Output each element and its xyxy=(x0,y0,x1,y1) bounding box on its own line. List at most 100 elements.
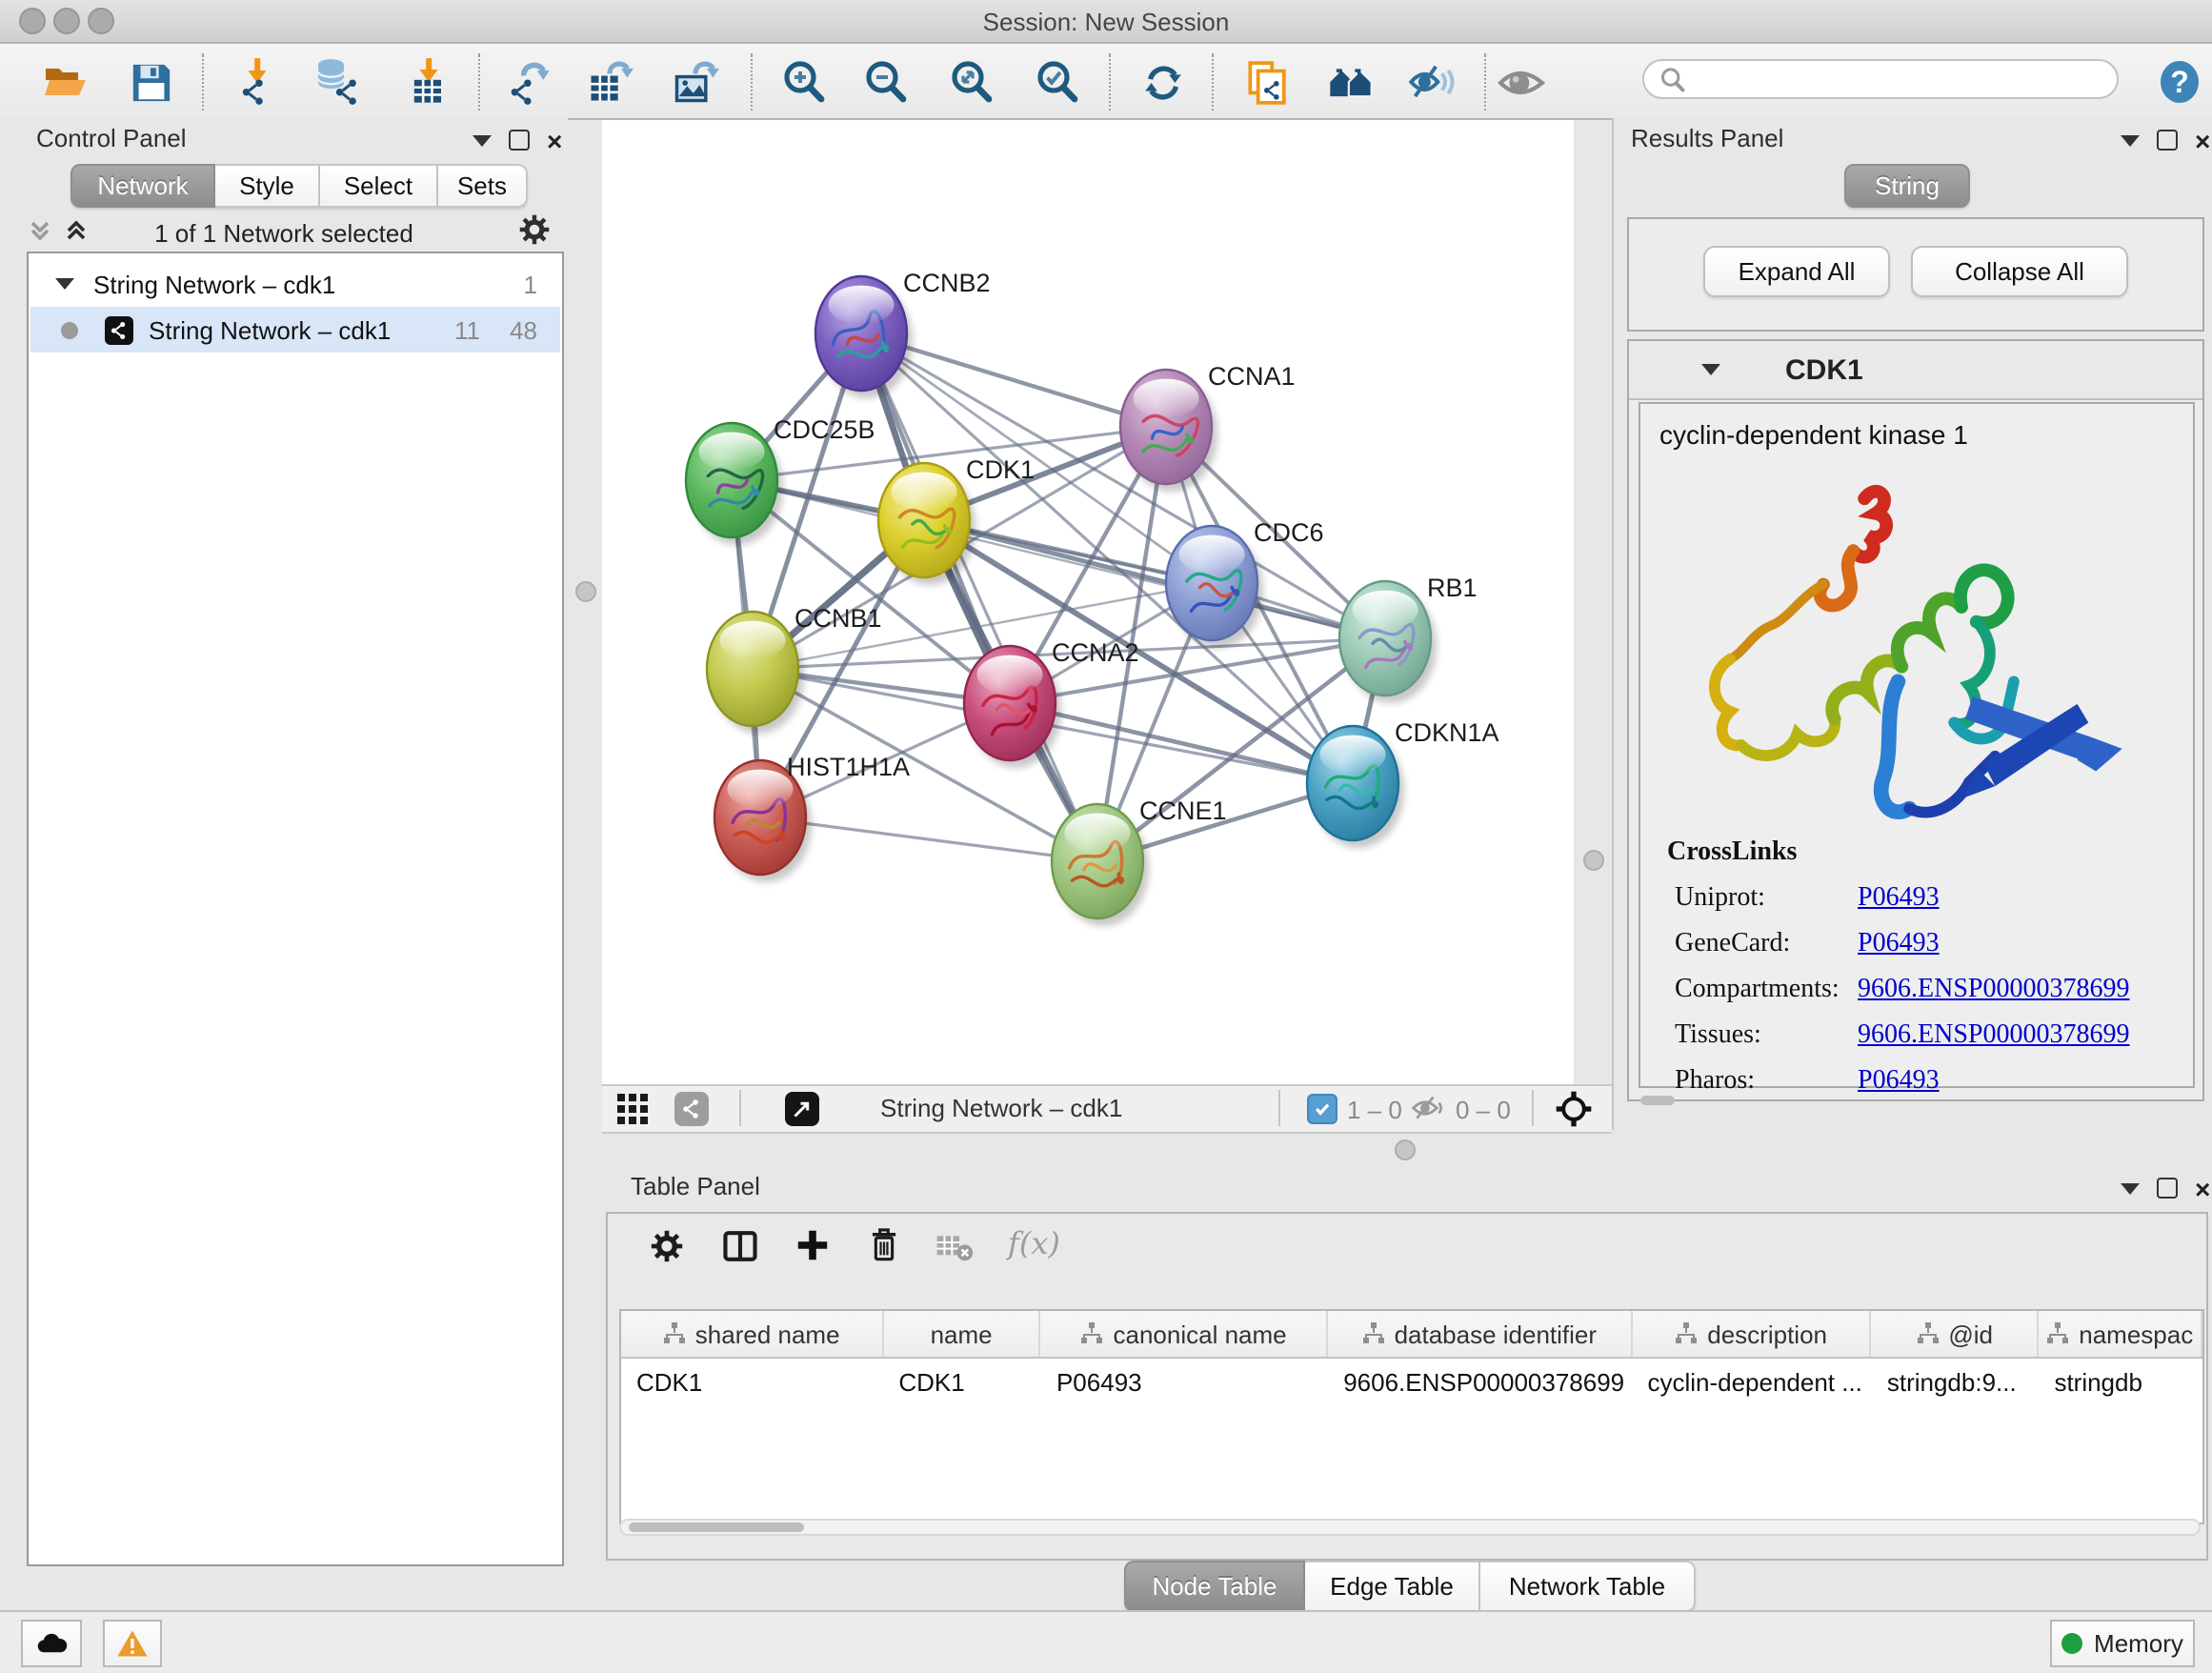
tab-edge-table[interactable]: Edge Table xyxy=(1305,1561,1480,1612)
network-node-ccnb2[interactable]: CCNB2 xyxy=(815,269,991,398)
network-node-cdc6[interactable]: CDC6 xyxy=(1166,518,1324,648)
export-network-button[interactable] xyxy=(501,55,554,109)
crosslink-value-link[interactable]: P06493 xyxy=(1858,930,1940,960)
import-network-from-database-button[interactable] xyxy=(311,55,364,109)
delete-table-button[interactable] xyxy=(935,1233,974,1261)
zoom-fit-button[interactable] xyxy=(945,55,998,109)
memory-button[interactable]: Memory xyxy=(2050,1620,2195,1667)
network-row[interactable]: String Network – cdk1 11 48 xyxy=(30,307,560,353)
left-splitter[interactable] xyxy=(568,118,602,1610)
crosslink-value-link[interactable]: P06493 xyxy=(1858,884,1940,915)
crosslink-value-link[interactable]: P06493 xyxy=(1858,1067,1940,1098)
network-node-ccna1[interactable]: CCNA1 xyxy=(1120,362,1296,492)
table-cell[interactable]: CDK1 xyxy=(621,1359,883,1404)
grid-view-button[interactable] xyxy=(617,1094,648,1124)
zoom-out-button[interactable] xyxy=(859,55,913,109)
tab-network-table[interactable]: Network Table xyxy=(1480,1561,1696,1612)
control-panel-float-icon[interactable] xyxy=(509,130,530,151)
help-button[interactable]: ? xyxy=(2157,59,2202,105)
column-header-description[interactable]: description xyxy=(1632,1311,1871,1357)
first-neighbors-button[interactable] xyxy=(1324,55,1377,109)
table-cell[interactable]: stringdb xyxy=(2039,1359,2202,1404)
detach-view-button[interactable] xyxy=(785,1092,819,1126)
create-column-button[interactable] xyxy=(794,1227,831,1263)
network-graph[interactable]: CCNB2 CCNA1 CDC25BCDK1 CDC6RB1 CCNB1 CCNA2 CDK… xyxy=(602,120,1574,1084)
column-header-namespac[interactable]: namespac xyxy=(2039,1311,2202,1357)
table-splitter[interactable] xyxy=(602,1130,2212,1166)
refresh-button[interactable] xyxy=(1136,55,1189,109)
column-header-name[interactable]: name xyxy=(883,1311,1041,1357)
table-panel-float-icon[interactable] xyxy=(2157,1178,2178,1199)
network-node-ccnb1[interactable]: CCNB1 xyxy=(707,604,882,734)
hide-selected-button[interactable] xyxy=(1406,55,1459,109)
splitter-handle[interactable] xyxy=(575,581,596,602)
collection-expand-icon[interactable] xyxy=(55,278,74,290)
network-node-cdkn1a[interactable]: CDKN1A xyxy=(1307,718,1499,848)
results-panel-float-icon[interactable] xyxy=(2157,130,2178,151)
warnings-button[interactable] xyxy=(103,1620,162,1667)
results-panel-close-icon[interactable]: × xyxy=(2195,131,2210,150)
network-collection-row[interactable]: String Network – cdk1 1 xyxy=(30,261,560,307)
control-panel-menu-icon[interactable] xyxy=(473,134,492,146)
network-node-cdc25b[interactable]: CDC25B xyxy=(686,415,875,545)
open-session-button[interactable] xyxy=(38,55,91,109)
column-header--id[interactable]: @id xyxy=(1872,1311,2040,1357)
network-canvas[interactable]: CCNB2 CCNA1 CDC25BCDK1 CDC6RB1 CCNB1 CCNA2 CDK… xyxy=(602,120,1574,1084)
duplicate-network-button[interactable] xyxy=(1238,55,1292,109)
network-node-ccna2[interactable]: CCNA2 xyxy=(964,638,1139,768)
table-cell[interactable]: cyclin-dependent ... xyxy=(1632,1359,1871,1404)
network-view-button[interactable] xyxy=(674,1092,709,1126)
search-input[interactable] xyxy=(1686,64,2075,94)
table-panel-menu-icon[interactable] xyxy=(2121,1182,2140,1194)
zoom-in-button[interactable] xyxy=(777,55,831,109)
cloud-button[interactable] xyxy=(21,1620,82,1667)
column-header-database-identifier[interactable]: database identifier xyxy=(1328,1311,1632,1357)
import-network-from-file-button[interactable] xyxy=(231,55,284,109)
network-node-ccne1[interactable]: CCNE1 xyxy=(1052,796,1227,926)
table-row[interactable]: CDK1CDK1P064939606.ENSP00000378699cyclin… xyxy=(621,1359,2202,1404)
network-edge[interactable] xyxy=(1010,703,1353,783)
delete-column-button[interactable] xyxy=(867,1227,901,1263)
network-edges[interactable] xyxy=(732,333,1385,861)
results-hscroll-thumb[interactable] xyxy=(1640,1096,1675,1105)
expand-all-button[interactable]: Expand All xyxy=(1703,246,1890,297)
table-hscrollbar[interactable] xyxy=(619,1519,2201,1536)
splitter-handle[interactable] xyxy=(1395,1139,1416,1160)
crosslink-value-link[interactable]: 9606.ENSP00000378699 xyxy=(1858,1021,2129,1052)
tab-select[interactable]: Select xyxy=(320,164,438,208)
show-column-button[interactable] xyxy=(722,1229,758,1263)
table-cell[interactable]: P06493 xyxy=(1041,1359,1328,1404)
splitter-handle[interactable] xyxy=(1583,850,1604,871)
tab-node-table[interactable]: Node Table xyxy=(1124,1561,1305,1612)
export-image-button[interactable] xyxy=(669,55,722,109)
tab-network[interactable]: Network xyxy=(70,164,215,208)
center-view-button[interactable] xyxy=(1555,1090,1593,1128)
import-table-button[interactable] xyxy=(402,55,455,109)
export-table-button[interactable] xyxy=(583,55,636,109)
show-graphics-details-button[interactable] xyxy=(1494,55,1547,109)
network-node-cdk1[interactable]: CDK1 xyxy=(878,455,1035,585)
column-header-canonical-name[interactable]: canonical name xyxy=(1041,1311,1328,1357)
zoom-selected-button[interactable] xyxy=(1031,55,1084,109)
gene-collapse-icon[interactable] xyxy=(1701,364,1720,375)
table-panel-close-icon[interactable]: × xyxy=(2195,1179,2210,1198)
tab-style[interactable]: Style xyxy=(215,164,320,208)
selected-checkbox-icon[interactable] xyxy=(1307,1094,1337,1124)
tab-string[interactable]: String xyxy=(1844,164,1970,208)
right-splitter[interactable] xyxy=(1574,120,1612,1084)
table-hscroll-thumb[interactable] xyxy=(629,1522,804,1532)
results-panel-menu-icon[interactable] xyxy=(2121,134,2140,146)
column-header-shared-name[interactable]: shared name xyxy=(621,1311,883,1357)
network-node-rb1[interactable]: RB1 xyxy=(1339,574,1478,703)
collapse-all-button[interactable]: Collapse All xyxy=(1911,246,2128,297)
network-edge[interactable] xyxy=(861,333,1097,861)
control-panel-close-icon[interactable]: × xyxy=(547,131,562,150)
save-session-button[interactable] xyxy=(124,55,177,109)
table-cell[interactable]: 9606.ENSP00000378699 xyxy=(1328,1359,1632,1404)
table-cell[interactable]: stringdb:9... xyxy=(1872,1359,2040,1404)
tab-sets[interactable]: Sets xyxy=(438,164,528,208)
table-cell[interactable]: CDK1 xyxy=(883,1359,1041,1404)
network-node-hist1h1a[interactable]: HIST1H1A xyxy=(714,753,910,882)
network-options-button[interactable] xyxy=(518,213,551,246)
table-settings-button[interactable] xyxy=(650,1229,684,1263)
